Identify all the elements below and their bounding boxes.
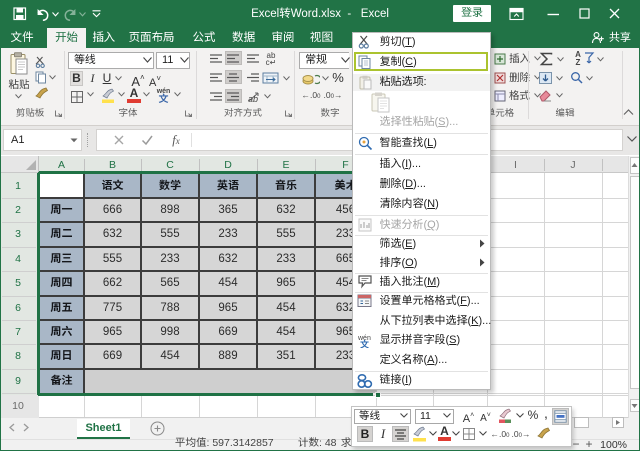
svg-text:ab: ab [248, 94, 258, 104]
svg-text:文: 文 [360, 338, 370, 349]
